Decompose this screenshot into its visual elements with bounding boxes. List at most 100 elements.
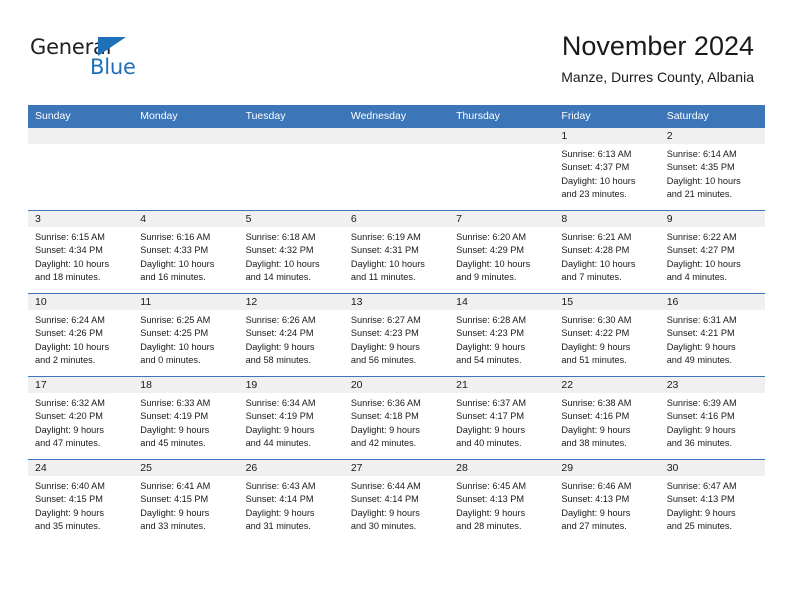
- sunrise-text: Sunrise: 6:18 AM: [245, 232, 316, 242]
- calendar-day-cell[interactable]: 6 Sunrise: 6:19 AM Sunset: 4:31 PM Daylight…: [343, 210, 450, 294]
- calendar-day-cell[interactable]: 13 Sunrise: 6:27 AM Sunset: 4:23 PM Dayligh…: [343, 293, 450, 377]
- day-number: 11: [133, 294, 239, 310]
- calendar-day-cell[interactable]: 18 Sunrise: 6:33 AM Sunset: 4:19 PM Dayligh…: [133, 376, 239, 460]
- sunset-text: Sunset: 4:14 PM: [245, 494, 314, 505]
- day-cell-body: Sunrise: 6:32 AM Sunset: 4:20 PM Daylight:…: [28, 393, 133, 451]
- calendar-day-cell[interactable]: 10 Sunrise: 6:24 AM Sunset: 4:26 PM Dayligh…: [28, 293, 134, 377]
- calendar-day-cell[interactable]: 28 Sunrise: 6:45 AM Sunset: 4:13 PM Dayligh…: [449, 459, 555, 542]
- daylight-text-line1: Daylight: 9 hours: [140, 424, 210, 435]
- calendar-day-cell[interactable]: 11 Sunrise: 6:25 AM Sunset: 4:25 PM Dayligh…: [133, 293, 239, 377]
- sunset-text: Sunset: 4:15 PM: [140, 494, 209, 505]
- sunrise-text: Sunrise: 6:40 AM: [35, 481, 105, 491]
- calendar-day-cell-empty: [343, 127, 450, 211]
- day-cell-body: Sunrise: 6:38 AM Sunset: 4:16 PM Daylight:…: [554, 393, 659, 451]
- calendar-day-cell[interactable]: 4 Sunrise: 6:16 AM Sunset: 4:33 PM Daylight…: [133, 210, 239, 294]
- sunrise-text: Sunrise: 6:13 AM: [561, 149, 632, 159]
- day-number: 4: [133, 211, 239, 227]
- sunrise-text: Sunrise: 6:34 AM: [245, 398, 316, 408]
- day-cell-body: Sunrise: 6:39 AM Sunset: 4:16 PM Daylight:…: [660, 393, 765, 451]
- daylight-text-line2: and 49 minutes.: [666, 355, 733, 366]
- day-number: 18: [133, 377, 239, 393]
- calendar-day-cell[interactable]: 19 Sunrise: 6:34 AM Sunset: 4:19 PM Dayligh…: [238, 376, 344, 460]
- day-cell-body: Sunrise: 6:45 AM Sunset: 4:13 PM Daylight:…: [449, 476, 554, 534]
- calendar-day-cell[interactable]: 15 Sunrise: 6:30 AM Sunset: 4:22 PM Dayligh…: [554, 293, 660, 377]
- day-number: 28: [449, 460, 555, 476]
- day-number: 10: [28, 294, 134, 310]
- sunrise-text: Sunrise: 6:47 AM: [666, 481, 737, 491]
- daylight-text-line1: Daylight: 9 hours: [245, 341, 315, 352]
- daylight-text-line1: Daylight: 10 hours: [140, 258, 215, 269]
- daylight-text-line1: Daylight: 9 hours: [350, 424, 420, 435]
- day-number: 5: [238, 211, 344, 227]
- calendar-day-cell[interactable]: 23 Sunrise: 6:39 AM Sunset: 4:16 PM Dayligh…: [659, 376, 765, 460]
- sunset-text: Sunset: 4:24 PM: [245, 328, 314, 339]
- sunset-text: Sunset: 4:31 PM: [350, 245, 419, 256]
- calendar-day-cell[interactable]: 5 Sunrise: 6:18 AM Sunset: 4:32 PM Daylight…: [238, 210, 344, 294]
- calendar-day-cell[interactable]: 3 Sunrise: 6:15 AM Sunset: 4:34 PM Daylight…: [28, 210, 134, 294]
- calendar-day-cell[interactable]: 26 Sunrise: 6:43 AM Sunset: 4:14 PM Dayligh…: [238, 459, 344, 542]
- generalblue-logo[interactable]: General Blue: [30, 36, 160, 82]
- calendar-day-cell[interactable]: 20 Sunrise: 6:36 AM Sunset: 4:18 PM Dayligh…: [343, 376, 450, 460]
- sunset-text: Sunset: 4:23 PM: [456, 328, 525, 339]
- daylight-text-line2: and 0 minutes.: [140, 355, 201, 366]
- weekday-header-saturday: Saturday: [659, 105, 765, 128]
- calendar-day-cell[interactable]: 16 Sunrise: 6:31 AM Sunset: 4:21 PM Dayligh…: [659, 293, 765, 377]
- calendar-day-cell[interactable]: 7 Sunrise: 6:20 AM Sunset: 4:29 PM Daylight…: [449, 210, 555, 294]
- daylight-text-line2: and 11 minutes.: [350, 272, 416, 283]
- calendar-day-cell[interactable]: 1 Sunrise: 6:13 AM Sunset: 4:37 PM Daylight…: [554, 127, 660, 211]
- day-number: 19: [238, 377, 344, 393]
- weekday-header-friday: Friday: [554, 105, 660, 128]
- sunset-text: Sunset: 4:23 PM: [350, 328, 419, 339]
- calendar-week-row: 10 Sunrise: 6:24 AM Sunset: 4:26 PM Dayligh…: [28, 293, 765, 377]
- daylight-text-line1: Daylight: 9 hours: [245, 507, 315, 518]
- calendar-page: General Blue November 2024 Manze, Durres…: [0, 0, 792, 612]
- daylight-text-line1: Daylight: 9 hours: [456, 507, 526, 518]
- daylight-text-line1: Daylight: 9 hours: [35, 424, 104, 435]
- sunrise-text: Sunrise: 6:39 AM: [666, 398, 737, 408]
- day-number: 8: [554, 211, 660, 227]
- daylight-text-line2: and 58 minutes.: [245, 355, 311, 366]
- calendar-day-cell[interactable]: 22 Sunrise: 6:38 AM Sunset: 4:16 PM Dayligh…: [554, 376, 660, 460]
- calendar-day-cell[interactable]: 30 Sunrise: 6:47 AM Sunset: 4:13 PM Dayligh…: [659, 459, 765, 542]
- day-cell-body: Sunrise: 6:14 AM Sunset: 4:35 PM Daylight:…: [660, 144, 765, 202]
- sunset-text: Sunset: 4:15 PM: [35, 494, 103, 505]
- day-number: 29: [554, 460, 660, 476]
- daylight-text-line2: and 25 minutes.: [666, 521, 733, 532]
- calendar-day-cell[interactable]: 25 Sunrise: 6:41 AM Sunset: 4:15 PM Dayligh…: [133, 459, 239, 542]
- daylight-text-line2: and 40 minutes.: [456, 438, 522, 449]
- sunset-text: Sunset: 4:33 PM: [140, 245, 209, 256]
- calendar-day-cell[interactable]: 29 Sunrise: 6:46 AM Sunset: 4:13 PM Dayligh…: [554, 459, 660, 542]
- calendar-day-cell[interactable]: 12 Sunrise: 6:26 AM Sunset: 4:24 PM Dayligh…: [238, 293, 344, 377]
- calendar-day-cell[interactable]: 8 Sunrise: 6:21 AM Sunset: 4:28 PM Daylight…: [554, 210, 660, 294]
- sunrise-text: Sunrise: 6:33 AM: [140, 398, 211, 408]
- day-cell-body: Sunrise: 6:16 AM Sunset: 4:33 PM Daylight:…: [133, 227, 238, 285]
- day-number: 25: [133, 460, 239, 476]
- day-number: 14: [449, 294, 555, 310]
- sunset-text: Sunset: 4:13 PM: [561, 494, 630, 505]
- calendar-day-cell[interactable]: 21 Sunrise: 6:37 AM Sunset: 4:17 PM Dayligh…: [449, 376, 555, 460]
- daylight-text-line1: Daylight: 9 hours: [456, 341, 526, 352]
- logo-text-blue: Blue: [90, 55, 136, 79]
- calendar-day-cell[interactable]: 2 Sunrise: 6:14 AM Sunset: 4:35 PM Daylight…: [659, 127, 765, 211]
- daylight-text-line1: Daylight: 10 hours: [350, 258, 425, 269]
- daylight-text-line1: Daylight: 9 hours: [561, 507, 631, 518]
- calendar-day-cell[interactable]: 14 Sunrise: 6:28 AM Sunset: 4:23 PM Dayligh…: [449, 293, 555, 377]
- calendar-day-cell[interactable]: 17 Sunrise: 6:32 AM Sunset: 4:20 PM Dayligh…: [28, 376, 134, 460]
- sunset-text: Sunset: 4:19 PM: [245, 411, 314, 422]
- calendar-day-cell[interactable]: 9 Sunrise: 6:22 AM Sunset: 4:27 PM Daylight…: [659, 210, 765, 294]
- sunrise-text: Sunrise: 6:22 AM: [666, 232, 737, 242]
- day-cell-body: Sunrise: 6:47 AM Sunset: 4:13 PM Daylight:…: [660, 476, 765, 534]
- sunset-text: Sunset: 4:27 PM: [666, 245, 735, 256]
- daylight-text-line1: Daylight: 9 hours: [245, 424, 315, 435]
- sunrise-text: Sunrise: 6:45 AM: [456, 481, 527, 491]
- sunset-text: Sunset: 4:19 PM: [140, 411, 209, 422]
- daylight-text-line1: Daylight: 9 hours: [666, 424, 736, 435]
- calendar-day-cell[interactable]: 27 Sunrise: 6:44 AM Sunset: 4:14 PM Dayligh…: [343, 459, 450, 542]
- sunset-text: Sunset: 4:37 PM: [561, 162, 630, 173]
- day-cell-body: Sunrise: 6:21 AM Sunset: 4:28 PM Daylight:…: [554, 227, 659, 285]
- sunrise-text: Sunrise: 6:43 AM: [245, 481, 316, 491]
- day-cell-body: Sunrise: 6:13 AM Sunset: 4:37 PM Daylight:…: [554, 144, 659, 202]
- calendar-body: 1 Sunrise: 6:13 AM Sunset: 4:37 PM Daylight…: [28, 127, 765, 542]
- calendar-day-cell-empty: [238, 127, 344, 211]
- calendar-day-cell[interactable]: 24 Sunrise: 6:40 AM Sunset: 4:15 PM Dayligh…: [28, 459, 134, 542]
